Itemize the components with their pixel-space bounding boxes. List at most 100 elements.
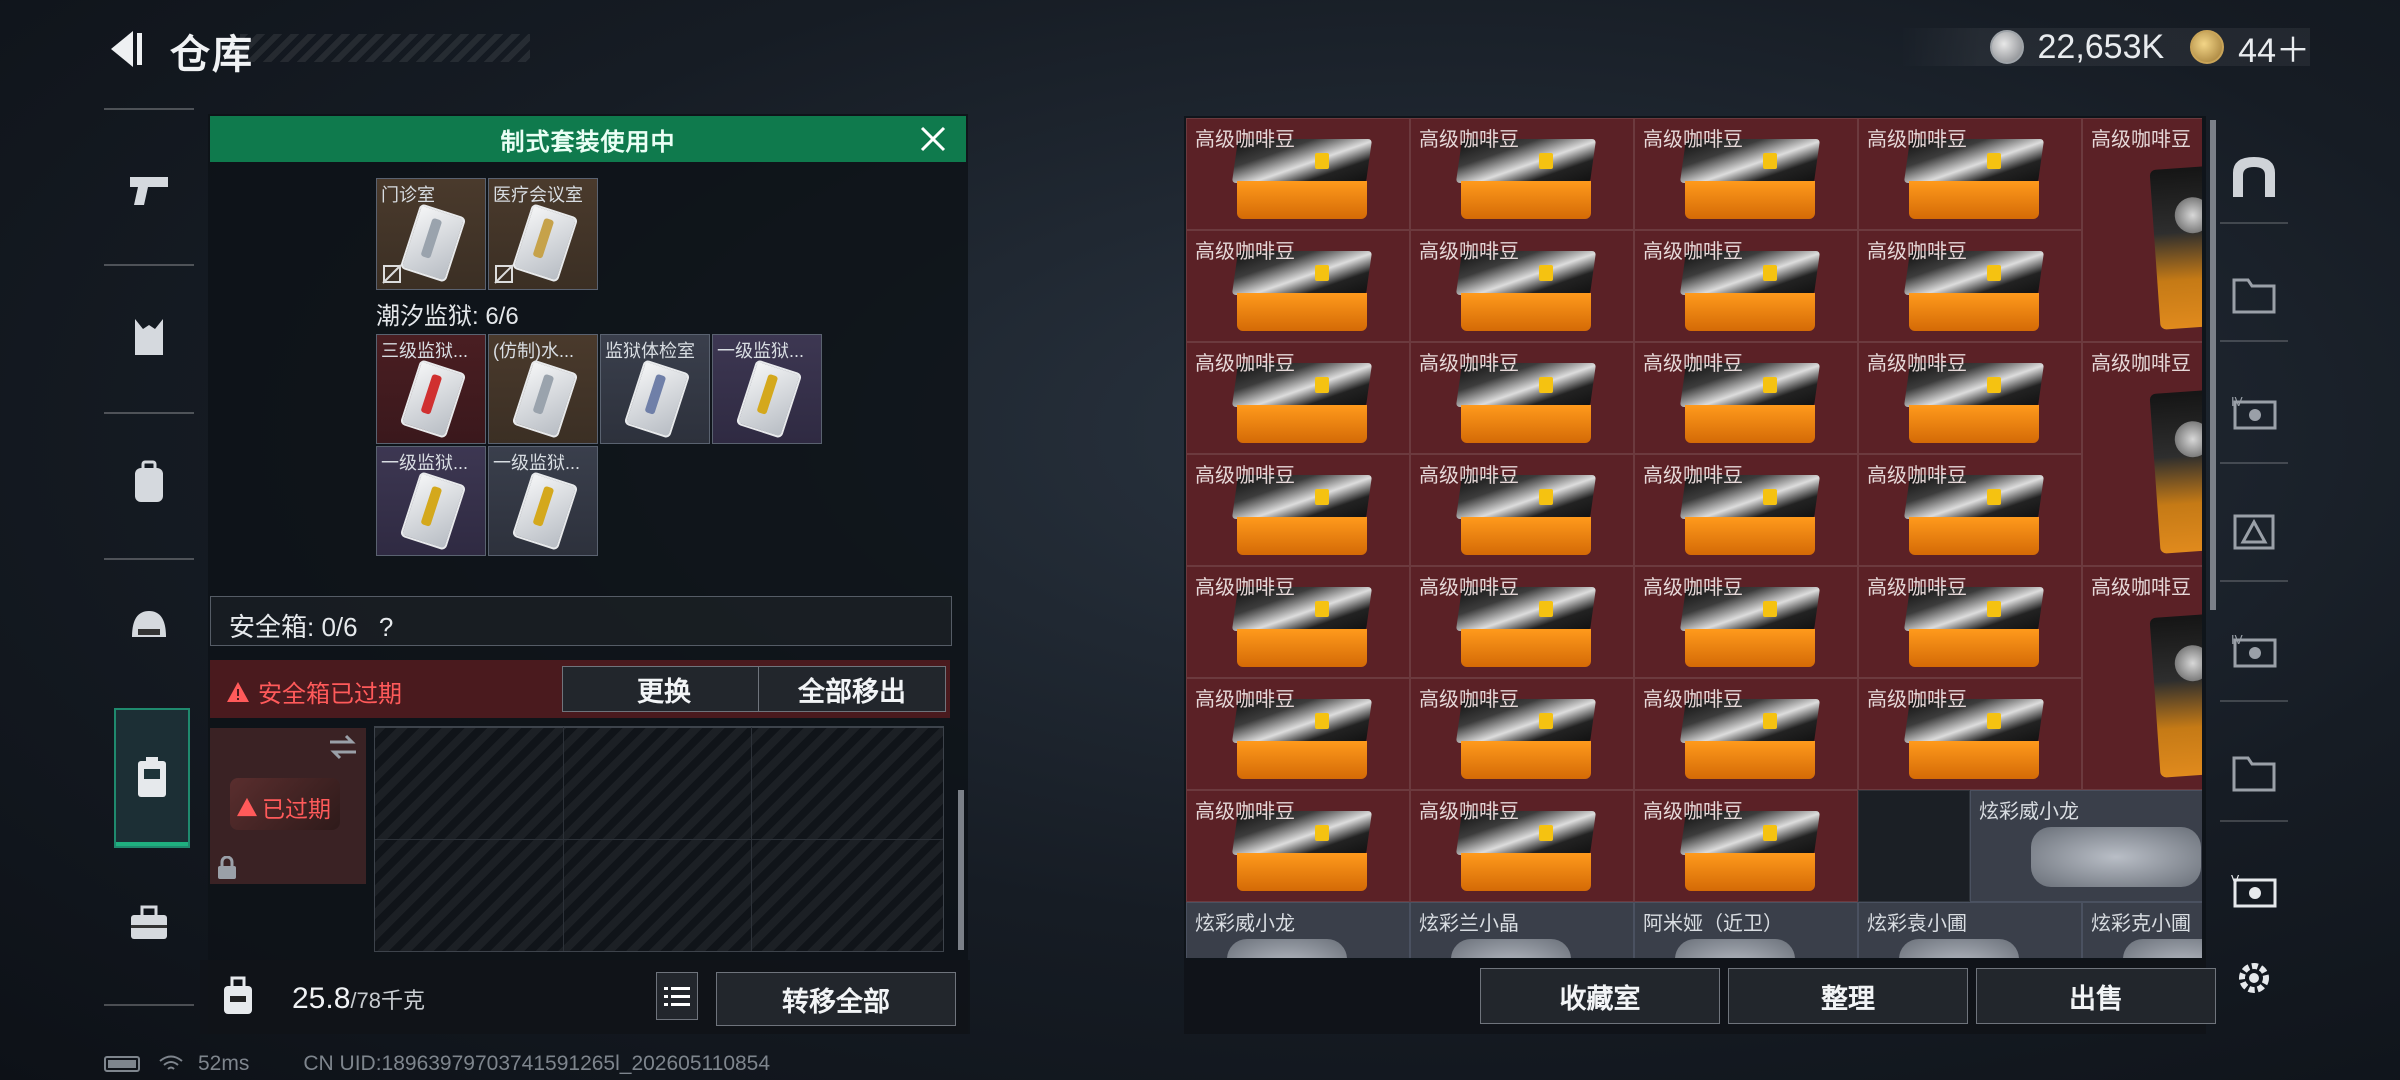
nav-backpack[interactable]	[114, 448, 184, 518]
sell-button[interactable]: 出售	[1976, 968, 2216, 1024]
keycard-item[interactable]: (仿制)水...	[488, 334, 598, 444]
safe-box-row: 安全箱: 0/6 ?	[210, 596, 952, 646]
keycard-item[interactable]: 一级监狱...	[376, 446, 486, 556]
coffee-beans-item[interactable]: 高级咖啡豆	[2082, 566, 2202, 790]
triangle-box-icon	[2233, 514, 2275, 550]
empty-slot[interactable]	[1858, 790, 1970, 902]
player-uid: CN UID:18963979703741591265l_20260511085…	[303, 1052, 771, 1075]
coffee-beans-item[interactable]: 高级咖啡豆	[1634, 118, 1858, 230]
coffee-beans-item[interactable]: 高级咖啡豆	[2082, 118, 2202, 342]
coffee-beans-item[interactable]: 高级咖啡豆	[1186, 454, 1410, 566]
nav-toolbox[interactable]	[114, 888, 184, 958]
keycard-icon	[399, 359, 467, 439]
stash-scrollbar[interactable]	[2210, 120, 2216, 610]
cash-icon: V	[2231, 873, 2277, 908]
stash-arch-icon	[2233, 157, 2275, 197]
coffee-beans-item[interactable]: 高级咖啡豆	[1634, 566, 1858, 678]
nav-safe-box-active[interactable]	[114, 708, 190, 848]
coffee-beans-item[interactable]: 高级咖啡豆	[1634, 790, 1858, 902]
coffee-beans-item[interactable]: 高级咖啡豆	[1186, 790, 1410, 902]
collectible-item[interactable]: 炫彩兰小晶	[1410, 902, 1634, 958]
back-button[interactable]	[100, 26, 150, 72]
coffee-beans-item[interactable]: 高级咖啡豆	[1858, 342, 2082, 454]
keycard-item[interactable]: 一级监狱...	[712, 334, 822, 444]
dragon-collectible-item[interactable]: 炫彩威小龙	[1970, 790, 2202, 902]
coffee-beans-item[interactable]: 高级咖啡豆	[1858, 566, 2082, 678]
coffee-beans-item[interactable]: 高级咖啡豆	[1410, 118, 1634, 230]
collection-room-button[interactable]: 收藏室	[1480, 968, 1720, 1024]
close-button[interactable]	[916, 122, 950, 156]
keycard-icon	[623, 359, 691, 439]
armor-vest-icon	[135, 319, 163, 355]
rnav-folder-2[interactable]	[2224, 742, 2284, 802]
coffee-beans-item[interactable]: 高级咖啡豆	[1634, 454, 1858, 566]
coffee-beans-item[interactable]: 高级咖啡豆	[1858, 454, 2082, 566]
nav-armor[interactable]	[114, 302, 184, 372]
coffee-beans-item[interactable]: 高级咖啡豆	[1410, 342, 1634, 454]
keycard-item[interactable]: 医疗会议室	[488, 178, 598, 290]
keycard-item[interactable]: 一级监狱...	[488, 446, 598, 556]
coffee-beans-item[interactable]: 高级咖啡豆	[1858, 230, 2082, 342]
coffee-beans-item[interactable]: 高级咖啡豆	[1634, 342, 1858, 454]
nav-weapons[interactable]	[114, 154, 184, 224]
cash-icon: IV	[2231, 395, 2277, 430]
remove-all-button[interactable]: 全部移出	[758, 666, 946, 712]
banner-text: 制式套装使用中	[500, 128, 676, 156]
lock-icon	[218, 856, 236, 879]
figurine-icon	[1451, 939, 1571, 958]
collectible-item[interactable]: 炫彩袁小圃	[1858, 902, 2082, 958]
coffee-bag-icon	[2149, 612, 2202, 778]
collectible-item[interactable]: 炫彩威小龙	[1186, 902, 1410, 958]
transfer-all-button[interactable]: 转移全部	[716, 972, 956, 1026]
keycard-icon	[511, 359, 579, 439]
coffee-beans-item[interactable]: 高级咖啡豆	[1186, 342, 1410, 454]
cash-icon: IV	[2231, 633, 2277, 668]
keycard-icon	[735, 359, 803, 439]
folder-icon	[2232, 278, 2276, 314]
coffee-beans-item[interactable]: 高级咖啡豆	[1858, 678, 2082, 790]
close-icon	[920, 126, 946, 152]
coffee-beans-item[interactable]: 高级咖啡豆	[1410, 454, 1634, 566]
rnav-stash[interactable]	[2224, 146, 2284, 206]
coffee-beans-item[interactable]: 高级咖啡豆	[1858, 118, 2082, 230]
rnav-triangle[interactable]	[2224, 502, 2284, 562]
coffee-beans-item[interactable]: 高级咖啡豆	[1410, 566, 1634, 678]
gold-amount[interactable]: 44＋	[2238, 23, 2310, 72]
rnav-cash-4b[interactable]: IV	[2224, 622, 2284, 682]
coffee-beans-item[interactable]: 高级咖啡豆	[2082, 342, 2202, 566]
pistol-icon	[130, 177, 168, 205]
help-icon[interactable]: ?	[379, 612, 393, 642]
coffee-beans-item[interactable]: 高级咖啡豆	[1410, 790, 1634, 902]
keycard-icon	[511, 203, 579, 283]
rnav-cash-5[interactable]: V	[2224, 862, 2284, 922]
coffee-beans-item[interactable]: 高级咖啡豆	[1634, 230, 1858, 342]
keycard-icon	[511, 471, 579, 551]
keycard-item[interactable]: 三级监狱...	[376, 334, 486, 444]
left-scrollbar[interactable]	[958, 790, 964, 950]
keycard-item[interactable]: 门诊室	[376, 178, 486, 290]
sort-button[interactable]: 整理	[1728, 968, 1968, 1024]
warning-icon	[237, 797, 257, 817]
list-view-button[interactable]	[656, 972, 698, 1020]
settings-button[interactable]	[2224, 948, 2284, 1008]
keycard-item[interactable]: 监狱体检室	[600, 334, 710, 444]
coffee-beans-item[interactable]: 高级咖啡豆	[1410, 230, 1634, 342]
rnav-cash-4[interactable]: IV	[2224, 384, 2284, 444]
nav-helmet[interactable]	[114, 592, 184, 662]
coffee-beans-item[interactable]: 高级咖啡豆	[1410, 678, 1634, 790]
collectible-item[interactable]: 阿米娅（近卫）	[1634, 902, 1858, 958]
stash-grid[interactable]: 高级咖啡豆 高级咖啡豆 高级咖啡豆 高级咖啡豆 高级咖啡豆 高级咖啡豆 高级咖啡豆 高级咖啡豆…	[1186, 118, 2202, 958]
swap-icon[interactable]	[328, 734, 358, 760]
coffee-beans-item[interactable]: 高级咖啡豆	[1186, 230, 1410, 342]
rnav-folder-1[interactable]	[2224, 264, 2284, 324]
coffee-beans-item[interactable]: 高级咖啡豆	[1186, 678, 1410, 790]
coffee-beans-item[interactable]: 高级咖啡豆	[1634, 678, 1858, 790]
safe-box-grid[interactable]	[374, 726, 944, 952]
safe-box-slot[interactable]: 已过期	[210, 728, 366, 884]
coffee-beans-item[interactable]: 高级咖啡豆	[1186, 118, 1410, 230]
ping: 52ms	[198, 1052, 250, 1075]
collectible-item[interactable]: 炫彩克小圃	[2082, 902, 2202, 958]
replace-button[interactable]: 更换	[562, 666, 766, 712]
coffee-beans-item[interactable]: 高级咖啡豆	[1186, 566, 1410, 678]
figurine-icon	[1675, 939, 1795, 958]
